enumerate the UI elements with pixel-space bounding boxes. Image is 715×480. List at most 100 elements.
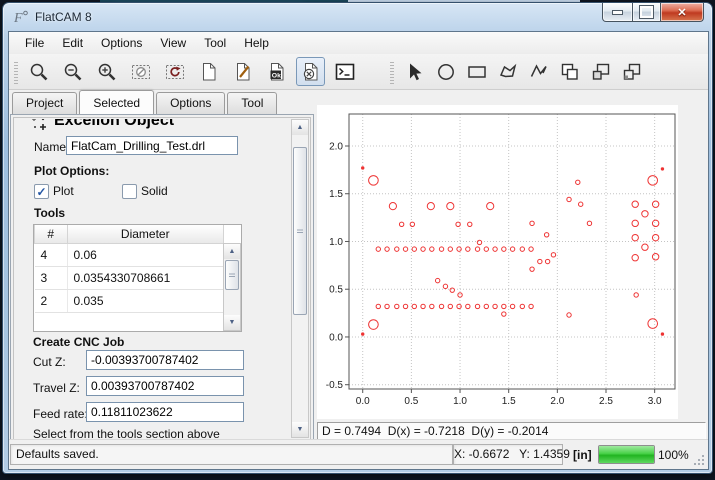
menu-file[interactable]: File bbox=[16, 33, 53, 53]
solid-checkbox-label: Solid bbox=[141, 184, 168, 198]
drill-hole bbox=[551, 253, 555, 257]
geo-copy-button[interactable] bbox=[586, 57, 615, 86]
drill-hole bbox=[362, 333, 364, 335]
drill-hole bbox=[648, 319, 658, 329]
close-button[interactable]: ✕ bbox=[660, 3, 704, 22]
select-button[interactable] bbox=[400, 57, 429, 86]
drill-hole bbox=[545, 259, 549, 263]
scrollbar-thumb[interactable] bbox=[293, 147, 307, 315]
x-tick-label: 0.0 bbox=[356, 396, 370, 407]
zoom-fit-button[interactable] bbox=[24, 57, 53, 86]
tools-col-diameter[interactable]: Diameter bbox=[67, 225, 224, 244]
cut-z-input[interactable] bbox=[86, 350, 244, 370]
tools-table-scrollbar[interactable]: ▲ ▼ bbox=[223, 243, 241, 331]
minimize-button[interactable] bbox=[602, 3, 633, 22]
feed-rate-input[interactable] bbox=[86, 402, 244, 422]
tool-diameter[interactable]: 0.035 bbox=[67, 290, 224, 313]
flatcam-window: F FlatCAM 8 ✕ FileEditOptionsViewToolHel… bbox=[2, 2, 713, 474]
draw-polygon-button[interactable] bbox=[493, 57, 522, 86]
toolbar-handle[interactable] bbox=[390, 60, 394, 84]
toolbar: Ok bbox=[9, 54, 708, 90]
drill-hole bbox=[632, 220, 638, 226]
drill-hole bbox=[448, 247, 452, 251]
drill-hole bbox=[510, 304, 514, 308]
thumb-grip bbox=[229, 272, 235, 277]
drill-hole bbox=[466, 304, 470, 308]
drill-hole bbox=[448, 304, 452, 308]
tool-number[interactable]: 2 bbox=[35, 290, 68, 313]
drill-hole bbox=[395, 247, 399, 251]
title-bar[interactable]: F FlatCAM 8 ✕ bbox=[3, 3, 712, 31]
replot-button[interactable] bbox=[160, 57, 189, 86]
scroll-down-icon[interactable]: ▼ bbox=[292, 422, 308, 437]
draw-circle-button[interactable] bbox=[431, 57, 460, 86]
drill-hole bbox=[457, 304, 461, 308]
resize-grip[interactable] bbox=[693, 454, 705, 466]
tool-row[interactable]: 20.035 bbox=[35, 290, 224, 313]
geo-union-button[interactable] bbox=[555, 57, 584, 86]
draw-polygon-icon bbox=[497, 61, 519, 83]
panel-scrollbar[interactable]: ▲ ▼ bbox=[291, 119, 309, 438]
tools-col-index[interactable]: # bbox=[35, 225, 68, 244]
tools-label: Tools bbox=[34, 206, 65, 220]
tab-selected[interactable]: Selected bbox=[79, 90, 154, 115]
tool-row[interactable]: 30.0354330708661 bbox=[35, 267, 224, 290]
name-input[interactable] bbox=[66, 136, 238, 155]
scrollbar-thumb[interactable] bbox=[225, 260, 239, 290]
drill-hole bbox=[435, 278, 439, 282]
draw-rectangle-button[interactable] bbox=[462, 57, 491, 86]
tab-tool[interactable]: Tool bbox=[227, 92, 277, 114]
drill-hole bbox=[520, 304, 524, 308]
tool-diameter[interactable]: 0.06 bbox=[67, 244, 224, 267]
drill-hole bbox=[399, 222, 403, 226]
travel-z-label: Travel Z: bbox=[33, 381, 80, 395]
toolbar-handle[interactable] bbox=[14, 60, 18, 84]
drill-hole bbox=[412, 304, 416, 308]
plot-checkbox[interactable] bbox=[34, 184, 49, 199]
scroll-up-icon[interactable]: ▲ bbox=[224, 244, 240, 259]
tool-number[interactable]: 4 bbox=[35, 244, 68, 267]
drill-hole bbox=[439, 304, 443, 308]
solid-checkbox[interactable] bbox=[122, 184, 137, 199]
scroll-down-icon[interactable]: ▼ bbox=[224, 315, 240, 330]
command-console-button[interactable] bbox=[330, 57, 359, 86]
geo-move-button[interactable] bbox=[617, 57, 646, 86]
new-project-button[interactable] bbox=[194, 57, 223, 86]
travel-z-input[interactable] bbox=[86, 376, 244, 396]
scroll-up-icon[interactable]: ▲ bbox=[292, 120, 308, 135]
menu-help[interactable]: Help bbox=[235, 33, 278, 53]
delete-object-button[interactable] bbox=[296, 57, 325, 86]
zoom-fit-icon bbox=[28, 61, 50, 83]
tool-diameter[interactable]: 0.0354330708661 bbox=[67, 267, 224, 290]
menu-tool[interactable]: Tool bbox=[195, 33, 235, 53]
select-icon bbox=[404, 61, 426, 83]
drill-hole bbox=[652, 234, 658, 240]
geo-union-icon bbox=[559, 61, 581, 83]
menu-edit[interactable]: Edit bbox=[53, 33, 92, 53]
edit-project-button[interactable] bbox=[228, 57, 257, 86]
feed-rate-label: Feed rate: bbox=[33, 407, 88, 421]
accept-edit-button[interactable]: Ok bbox=[262, 57, 291, 86]
drill-marks-icon bbox=[31, 119, 49, 133]
drill-hole bbox=[632, 201, 638, 207]
drill-hole bbox=[529, 304, 533, 308]
clear-plot-button[interactable] bbox=[126, 57, 155, 86]
tool-number[interactable]: 3 bbox=[35, 267, 68, 290]
zoom-out-button[interactable] bbox=[58, 57, 87, 86]
drill-hole bbox=[475, 304, 479, 308]
menu-options[interactable]: Options bbox=[92, 33, 151, 53]
new-project-icon bbox=[198, 61, 220, 83]
draw-path-button[interactable] bbox=[524, 57, 553, 86]
zoom-in-button[interactable] bbox=[92, 57, 121, 86]
tool-row[interactable]: 40.06 bbox=[35, 244, 224, 267]
maximize-button[interactable] bbox=[633, 3, 660, 22]
plot-checkbox-label: Plot bbox=[53, 184, 74, 198]
tab-project[interactable]: Project bbox=[12, 92, 77, 114]
menu-view[interactable]: View bbox=[151, 33, 195, 53]
plot-canvas[interactable]: 0.00.51.01.52.02.53.0-0.50.00.51.01.52.0 bbox=[317, 105, 678, 419]
y-tick-label: 1.0 bbox=[329, 237, 343, 248]
drill-hole bbox=[385, 247, 389, 251]
drill-plot: 0.00.51.01.52.02.53.0-0.50.00.51.01.52.0 bbox=[317, 105, 678, 419]
tab-options[interactable]: Options bbox=[156, 92, 225, 114]
drill-hole bbox=[567, 197, 571, 201]
